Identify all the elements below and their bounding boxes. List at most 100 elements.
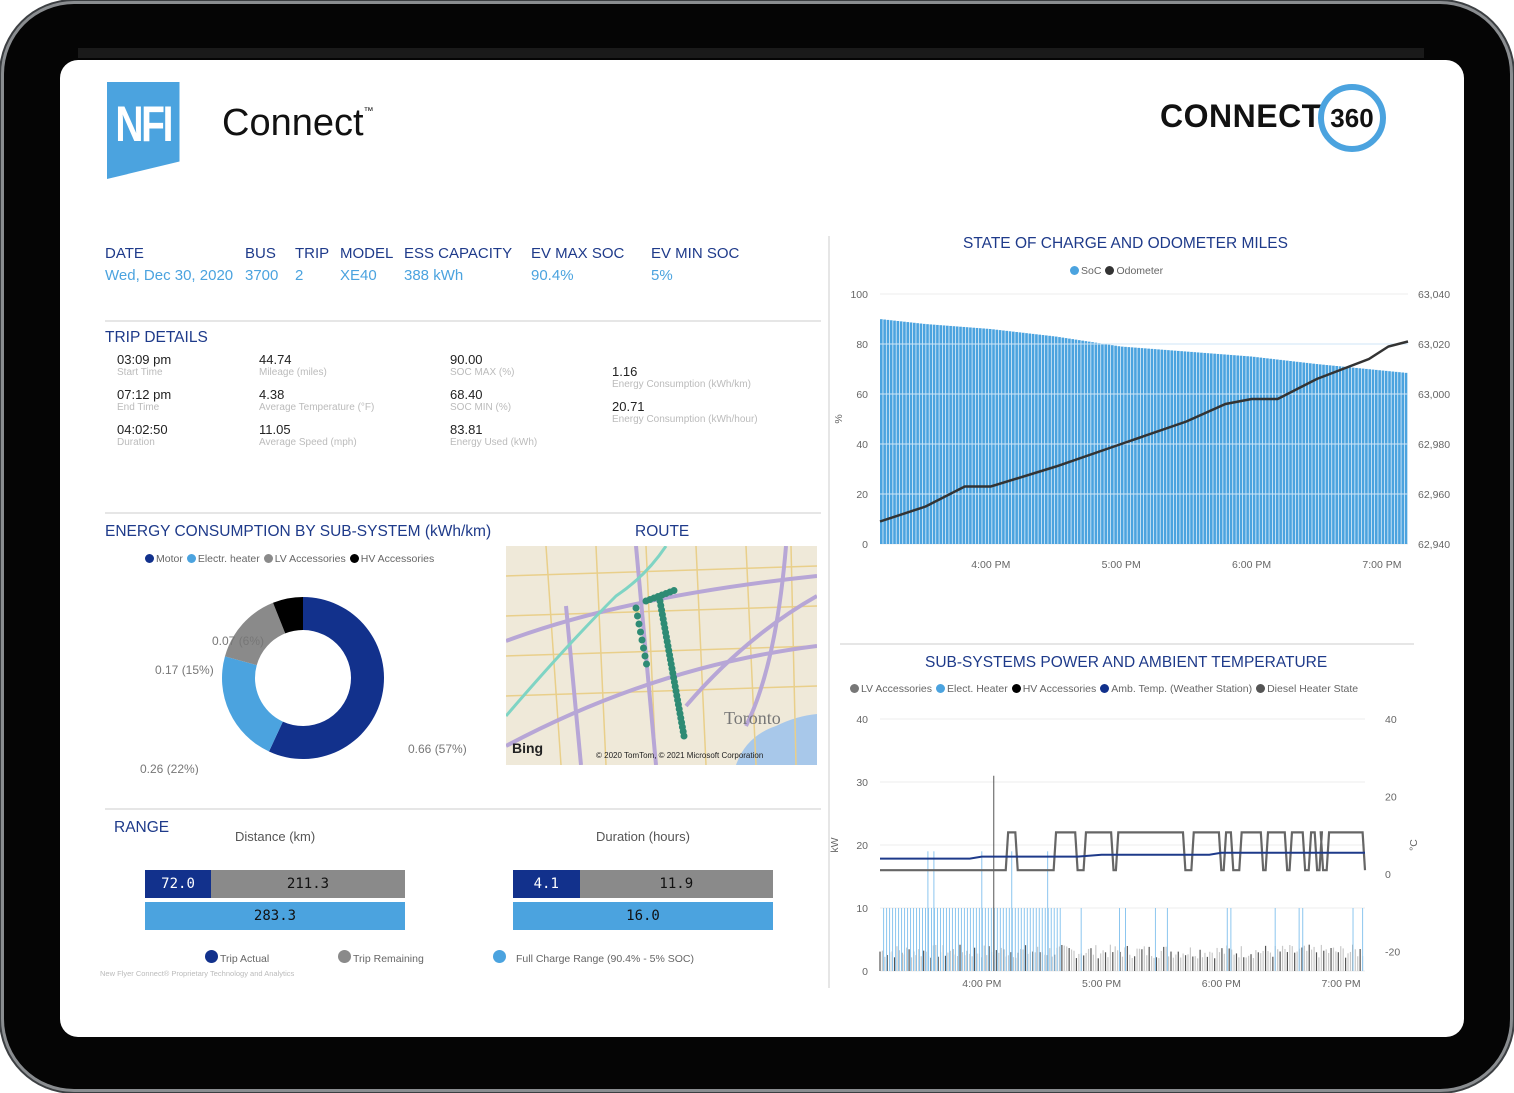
legend-item[interactable]: Odometer — [1105, 265, 1163, 277]
soc-bar — [1038, 334, 1042, 544]
distance-trip-actual-bar: 72.0 — [145, 870, 212, 898]
soc-bar — [1163, 349, 1167, 544]
legend-dot — [349, 554, 359, 563]
soc-bar — [1223, 354, 1226, 544]
soc-bar — [1279, 359, 1282, 544]
y2-tick-label: 0 — [1385, 869, 1391, 881]
soc-bar — [1332, 365, 1335, 544]
x-tick-label: 5:00 PM — [1102, 559, 1141, 571]
y-tick-label: 80 — [856, 339, 868, 351]
legend-item[interactable]: Elect. Heater — [936, 683, 1008, 695]
route-map[interactable]: Toronto Bing © 2020 TomTom, © 2021 Micro… — [506, 546, 817, 765]
soc-bar — [1328, 365, 1332, 544]
soc-bar — [1384, 370, 1388, 544]
legend-label: Diesel Heater State — [1267, 683, 1359, 695]
x-tick-label: 5:00 PM — [1082, 978, 1121, 990]
soc-bar — [1302, 362, 1306, 544]
trademark: ™ — [363, 106, 374, 117]
soc-bar — [1015, 332, 1018, 544]
soc-bar — [1368, 369, 1372, 544]
soc-bar — [1312, 363, 1315, 544]
soc-bar — [988, 328, 992, 544]
legend-item[interactable]: HV Accessories — [349, 553, 434, 565]
soc-odometer-chart: 0 62,940 20 62,960 40 62,980 60 63,000 80 63,020 1… — [833, 289, 1450, 571]
detail-value: 83.81 — [450, 422, 483, 437]
soc-bar — [1276, 359, 1279, 544]
distance-title: Distance (km) — [235, 829, 316, 844]
soc-bar — [1157, 349, 1160, 544]
header-label-ev-min-soc: EV MIN SOC — [651, 245, 740, 262]
distance-full-charge-bar: 283.3 — [145, 902, 405, 930]
soc-bar — [929, 324, 933, 544]
soc-bar — [1045, 335, 1048, 544]
detail-label: Mileage (miles) — [259, 367, 327, 378]
soc-bar — [919, 323, 923, 544]
legend-item[interactable]: Electr. heater — [186, 553, 260, 565]
soc-bar — [1391, 371, 1395, 544]
y2-tick-label: 62,980 — [1418, 439, 1450, 451]
y-tick-label: 20 — [856, 489, 868, 501]
detail-value: 44.74 — [259, 352, 292, 367]
route-point — [637, 628, 644, 636]
soc-bar — [886, 319, 890, 544]
soc-bar — [922, 323, 926, 544]
legend-item[interactable]: Motor — [145, 553, 183, 565]
app-title-text: Connect — [222, 102, 364, 144]
soc-bar — [949, 325, 952, 544]
legend-dot — [1070, 266, 1079, 275]
header-value-bus: 3700 — [245, 267, 279, 284]
legend-item[interactable]: LV Accessories — [263, 553, 346, 565]
legend-label: Elect. Heater — [947, 683, 1008, 695]
detail-label: Average Temperature (°F) — [259, 402, 375, 413]
soc-bar — [955, 326, 959, 544]
soc-bar — [1292, 361, 1296, 544]
soc-bar — [979, 328, 982, 544]
y2-axis-label: °C — [1408, 839, 1420, 851]
soc-bar — [962, 326, 966, 544]
soc-bar — [1401, 372, 1405, 544]
header-label-bus: BUS — [245, 245, 276, 262]
x-tick-label: 6:00 PM — [1232, 559, 1271, 571]
soc-bar — [1216, 353, 1220, 544]
connect360-logo: CONNECT — [1160, 98, 1322, 134]
soc-bar — [1041, 335, 1045, 544]
y-tick-label: 40 — [856, 439, 868, 451]
soc-bar — [1002, 330, 1005, 544]
soc-bar — [1177, 350, 1180, 544]
legend-item[interactable]: SoC — [1070, 265, 1101, 277]
detail-label: Average Speed (mph) — [259, 437, 357, 448]
header-label-date: DATE — [105, 245, 144, 262]
soc-bar — [1375, 369, 1378, 544]
legend-item[interactable]: LV Accessories — [850, 683, 932, 695]
legend-item[interactable]: HV Accessories — [1011, 683, 1096, 695]
header-value-ess-capacity: 388 kWh — [404, 267, 464, 284]
y-axis-label: kW — [830, 837, 841, 852]
soc-bar — [1170, 350, 1174, 544]
detail-label: Energy Consumption (kWh/km) — [612, 379, 751, 390]
legend-item[interactable]: Diesel Heater State — [1256, 683, 1358, 695]
soc-bar — [1335, 366, 1339, 544]
legend-label: Full Charge Range (90.4% - 5% SOC) — [516, 953, 694, 965]
soc-bar — [1249, 356, 1253, 544]
y-tick-label: 100 — [850, 289, 868, 301]
detail-value: 4.38 — [259, 387, 285, 402]
soc-bar — [975, 327, 979, 544]
soc-bar — [1021, 332, 1025, 544]
legend-item[interactable]: Amb. Temp. (Weather Station) — [1100, 683, 1252, 695]
soc-bar — [939, 325, 943, 544]
soc-bar — [1150, 348, 1154, 544]
soc-bar — [1309, 363, 1312, 544]
soc-bar — [1378, 370, 1381, 544]
y2-tick-label: -20 — [1385, 947, 1400, 959]
header-value-ev-min-soc: 5% — [651, 267, 673, 284]
soc-bar — [1243, 355, 1246, 544]
legend-trip-remaining: Trip Remaining — [338, 950, 424, 965]
soc-bar — [1404, 372, 1408, 544]
soc-bar — [1289, 361, 1292, 544]
route-point — [643, 660, 650, 668]
status-bar — [78, 48, 1424, 58]
soc-bar — [1371, 369, 1375, 544]
soc-bar — [1012, 331, 1015, 544]
soc-bar — [1236, 355, 1240, 544]
map-attribution: © 2020 TomTom, © 2021 Microsoft Corporat… — [596, 751, 763, 760]
